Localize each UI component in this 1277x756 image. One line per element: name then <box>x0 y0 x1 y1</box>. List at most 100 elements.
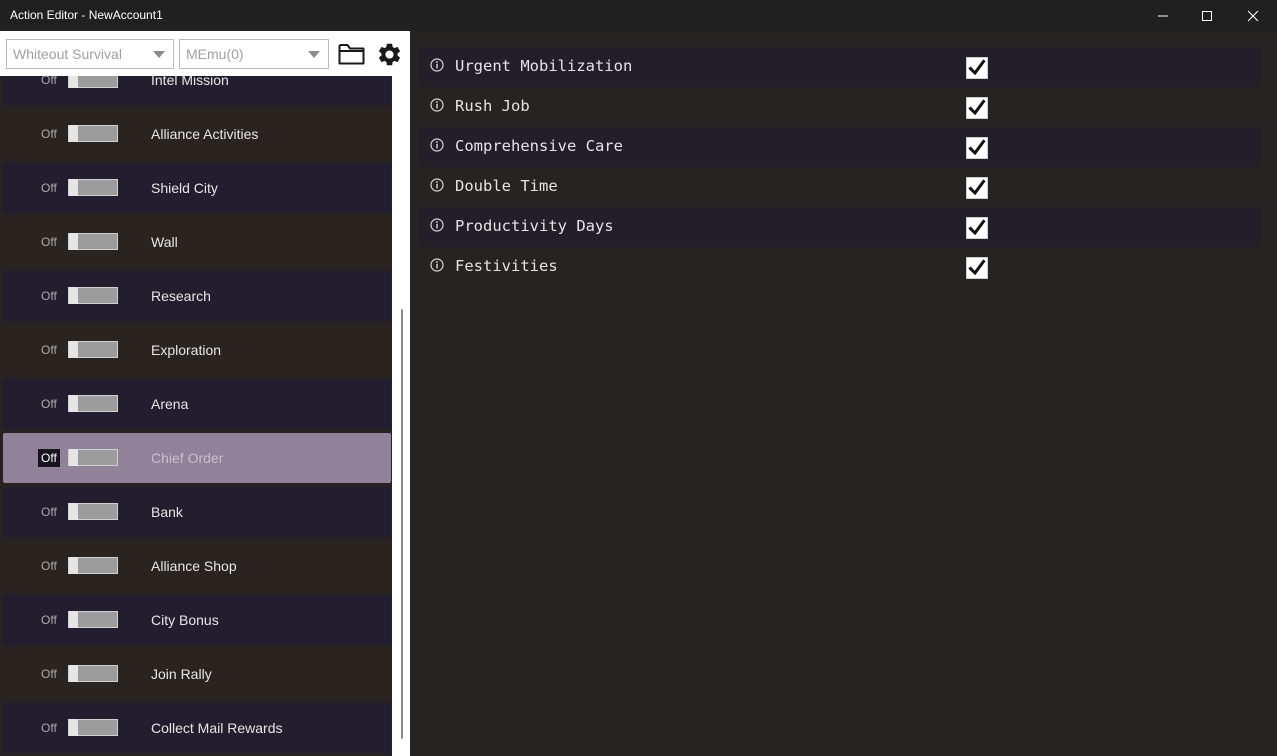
window-title: Action Editor - NewAccount1 <box>10 8 163 22</box>
action-list-scrollbar[interactable] <box>392 76 410 756</box>
scrollbar-thumb[interactable] <box>401 309 403 739</box>
toggle-state-label: Off <box>41 559 57 573</box>
action-toggle[interactable] <box>68 233 118 250</box>
toggle-knob <box>69 449 78 466</box>
action-toggle[interactable] <box>68 719 118 736</box>
toggle-state-label: Off <box>41 127 57 141</box>
toggle-knob <box>69 125 78 142</box>
action-label: Join Rally <box>151 666 212 682</box>
action-row[interactable]: Off Join Rally <box>3 649 391 699</box>
toggle-knob <box>69 503 78 520</box>
toggle-state-label: Off <box>41 397 57 411</box>
toggle-knob <box>69 341 78 358</box>
chevron-down-icon <box>308 51 320 58</box>
toggle-state-label: Off <box>41 235 57 249</box>
info-icon[interactable] <box>430 98 444 112</box>
option-row: Comprehensive Care <box>419 127 1261 167</box>
action-label: Wall <box>151 234 178 250</box>
folder-icon <box>338 44 364 65</box>
action-toggle[interactable] <box>68 503 118 520</box>
toggle-state-label: Off <box>41 181 57 195</box>
option-row: Rush Job <box>419 87 1261 127</box>
chevron-down-icon <box>153 51 165 58</box>
action-label: Alliance Activities <box>151 126 259 142</box>
action-label: Exploration <box>151 342 222 358</box>
toggle-knob <box>69 395 78 412</box>
info-icon[interactable] <box>430 258 444 272</box>
settings-button[interactable] <box>375 40 403 68</box>
toggle-knob <box>69 76 78 88</box>
action-toggle[interactable] <box>68 665 118 682</box>
action-row[interactable]: Off Bank <box>3 487 391 537</box>
title-bar: Action Editor - NewAccount1 <box>0 0 1277 31</box>
action-row[interactable]: Off Alliance Activities <box>3 109 391 159</box>
action-row[interactable]: Off City Bonus <box>3 595 391 645</box>
action-toggle[interactable] <box>68 179 118 196</box>
action-toggle[interactable] <box>68 557 118 574</box>
open-folder-button[interactable] <box>337 40 365 68</box>
action-row[interactable]: Off Intel Mission <box>3 76 391 105</box>
toggle-knob <box>69 233 78 250</box>
minimize-icon <box>1158 15 1168 16</box>
info-icon[interactable] <box>430 218 444 232</box>
action-label: Research <box>151 288 211 304</box>
action-toggle[interactable] <box>68 611 118 628</box>
action-label: Shield City <box>151 180 218 196</box>
option-row: Festivities <box>419 247 1261 287</box>
option-checkbox[interactable] <box>966 177 988 199</box>
toggle-state-label: Off <box>41 505 57 519</box>
action-toggle[interactable] <box>68 341 118 358</box>
option-label: Comprehensive Care <box>455 137 623 155</box>
game-select[interactable]: Whiteout Survival <box>6 39 174 69</box>
option-label: Urgent Mobilization <box>455 57 633 75</box>
action-row[interactable]: Off Research <box>3 271 391 321</box>
option-row: Productivity Days <box>419 207 1261 247</box>
checkmark-icon <box>968 259 986 276</box>
action-label: Arena <box>151 396 189 412</box>
toggle-state-label: Off <box>41 721 57 735</box>
action-row[interactable]: Off Collect Mail Rewards <box>3 703 391 753</box>
option-checkbox[interactable] <box>966 217 988 239</box>
action-label: Chief Order <box>151 450 224 466</box>
action-row[interactable]: Off Chief Order <box>3 433 391 483</box>
toggle-state-label: Off <box>41 76 57 87</box>
gear-icon <box>378 43 400 65</box>
action-editor-window: Action Editor - NewAccount1 Whiteout Sur… <box>0 0 1277 756</box>
toggle-knob <box>69 287 78 304</box>
checkmark-icon <box>968 59 986 76</box>
emulator-select-value: MEmu(0) <box>186 46 244 62</box>
action-label: Collect Mail Rewards <box>151 720 283 736</box>
toggle-state-label: Off <box>41 289 57 303</box>
action-toggle[interactable] <box>68 449 118 466</box>
action-row[interactable]: Off Exploration <box>3 325 391 375</box>
minimize-button[interactable] <box>1140 0 1186 31</box>
option-label: Rush Job <box>455 97 530 115</box>
option-checkbox[interactable] <box>966 257 988 279</box>
toggle-state-label: Off <box>41 343 57 357</box>
option-checkbox[interactable] <box>966 97 988 119</box>
checkmark-icon <box>968 139 986 156</box>
option-checkbox[interactable] <box>966 57 988 79</box>
action-toggle[interactable] <box>68 395 118 412</box>
action-row[interactable]: Off Arena <box>3 379 391 429</box>
action-toggle[interactable] <box>68 76 118 88</box>
emulator-select[interactable]: MEmu(0) <box>179 39 329 69</box>
close-button[interactable] <box>1230 0 1276 31</box>
toggle-knob <box>69 557 78 574</box>
actions-pane: Whiteout Survival MEmu(0) Off Intel Missi… <box>0 31 410 756</box>
option-checkbox[interactable] <box>966 137 988 159</box>
action-toggle[interactable] <box>68 125 118 142</box>
maximize-button[interactable] <box>1184 0 1230 31</box>
info-icon[interactable] <box>430 178 444 192</box>
action-row[interactable]: Off Shield City <box>3 163 391 213</box>
info-icon[interactable] <box>430 58 444 72</box>
close-icon <box>1247 10 1259 21</box>
action-toggle[interactable] <box>68 287 118 304</box>
action-row[interactable]: Off Alliance Shop <box>3 541 391 591</box>
game-select-value: Whiteout Survival <box>13 46 122 62</box>
maximize-icon <box>1202 10 1212 21</box>
info-icon[interactable] <box>430 138 444 152</box>
action-row[interactable]: Off Wall <box>3 217 391 267</box>
checkmark-icon <box>968 219 986 236</box>
option-row: Urgent Mobilization <box>419 47 1261 87</box>
